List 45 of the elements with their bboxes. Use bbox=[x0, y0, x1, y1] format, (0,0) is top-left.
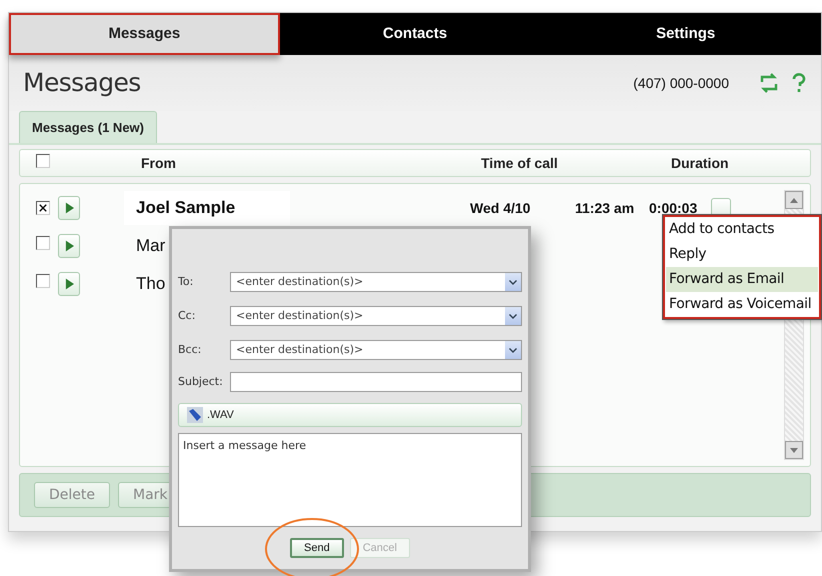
nav-tab[interactable]: Messages bbox=[9, 13, 280, 55]
sub-tab[interactable]: Messages (1 New) bbox=[19, 111, 157, 143]
dropdown-placeholder: <enter destination(s)> bbox=[236, 274, 364, 290]
attachment-name: .WAV bbox=[207, 408, 234, 423]
play-icon bbox=[64, 278, 74, 290]
play-icon bbox=[64, 240, 74, 252]
subject-field[interactable] bbox=[230, 372, 522, 392]
phone-number: (407) 000-0000 bbox=[633, 74, 729, 93]
message-field[interactable]: Insert a message here bbox=[178, 433, 522, 527]
up-arrow-icon bbox=[790, 198, 798, 202]
down-arrow-icon bbox=[790, 448, 798, 452]
dialog-button[interactable]: Send bbox=[290, 538, 344, 558]
play-button[interactable] bbox=[58, 234, 80, 258]
column-header: From bbox=[141, 154, 177, 172]
checkbox[interactable] bbox=[36, 154, 50, 168]
checkbox[interactable] bbox=[36, 274, 50, 288]
help-icon[interactable] bbox=[791, 73, 807, 93]
scroll-up-button[interactable] bbox=[785, 191, 803, 209]
checkbox[interactable] bbox=[36, 201, 50, 215]
field-label: Cc: bbox=[178, 308, 196, 324]
dropdown-placeholder: <enter destination(s)> bbox=[236, 342, 364, 358]
field-label: Bcc: bbox=[178, 342, 202, 358]
call-date: Wed 4/10 bbox=[470, 198, 532, 218]
column-header: Duration bbox=[671, 154, 730, 172]
checkbox[interactable] bbox=[36, 236, 50, 250]
call-duration: 0:00:03 bbox=[649, 198, 698, 218]
scroll-down-button[interactable] bbox=[785, 441, 803, 459]
destination-dropdown[interactable]: <enter destination(s)> bbox=[230, 306, 522, 326]
caller-name: Mar bbox=[135, 235, 166, 258]
page-title: Messages bbox=[23, 67, 141, 100]
dropdown-placeholder: <enter destination(s)> bbox=[236, 308, 364, 324]
destination-dropdown[interactable]: <enter destination(s)> bbox=[230, 272, 522, 292]
refresh-icon[interactable] bbox=[759, 73, 779, 93]
call-time: 11:23 am bbox=[575, 198, 636, 218]
menu-item[interactable]: Forward as Email bbox=[666, 267, 818, 292]
field-label: To: bbox=[178, 274, 194, 290]
x-mark-icon bbox=[39, 204, 47, 212]
column-header: Time of call bbox=[481, 154, 559, 172]
play-button[interactable] bbox=[58, 196, 80, 220]
caller-name: Joel Sample bbox=[124, 191, 290, 225]
field-label: Subject: bbox=[178, 374, 224, 390]
play-icon bbox=[64, 202, 74, 214]
caller-name: Tho bbox=[135, 273, 166, 296]
destination-dropdown[interactable]: <enter destination(s)> bbox=[230, 340, 522, 360]
play-button[interactable] bbox=[58, 272, 80, 296]
